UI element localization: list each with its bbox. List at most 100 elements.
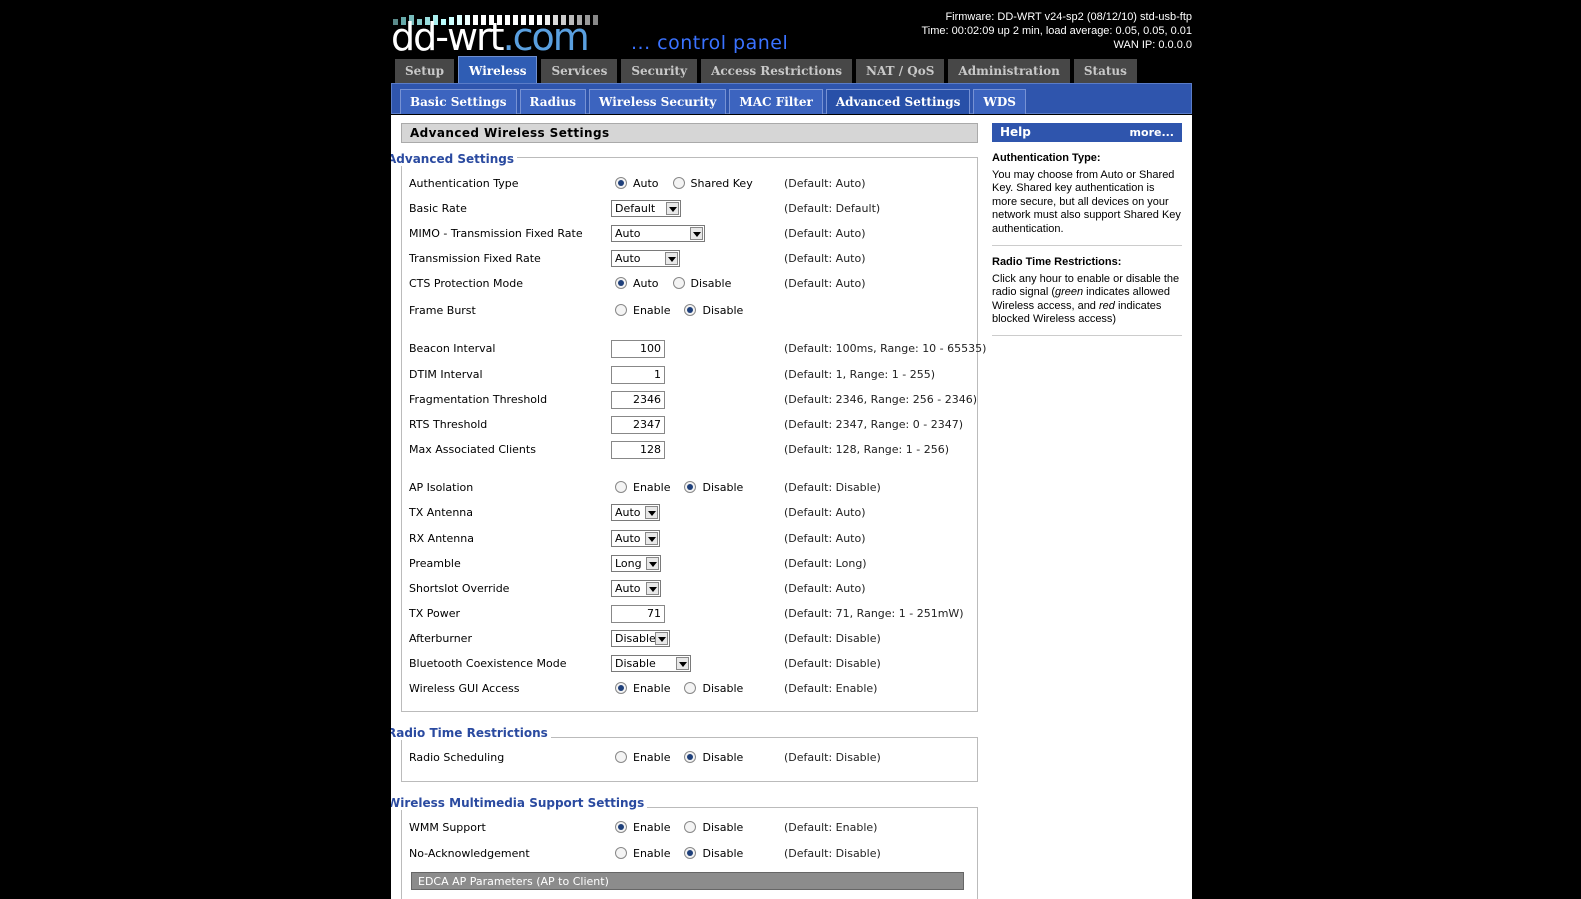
radio-sched-label: Radio Scheduling	[409, 751, 505, 764]
subtab-advanced-settings[interactable]: Advanced Settings	[825, 89, 971, 114]
preamble-default: (Default: Long)	[784, 557, 867, 570]
mimo-rate-select[interactable]: Auto	[611, 225, 705, 242]
bt-coex-select[interactable]: Disable	[611, 655, 691, 672]
tx-antenna-label: TX Antenna	[409, 506, 474, 519]
basic-rate-row: Basic Rate Default (Default: Default)	[409, 200, 979, 218]
preamble-select[interactable]: Long	[611, 555, 661, 572]
tab-services[interactable]: Services	[541, 59, 618, 84]
radio-sched-disable-radio[interactable]	[684, 751, 697, 763]
auth-type-auto-label: Auto	[633, 177, 659, 190]
mimo-rate-label: MIMO - Transmission Fixed Rate	[409, 227, 583, 240]
frame-burst-disable-radio[interactable]	[684, 304, 697, 316]
max-clients-input[interactable]: 128	[611, 441, 665, 459]
subtab-wireless-security[interactable]: Wireless Security	[589, 89, 727, 114]
gui-access-disable-label: Disable	[702, 682, 744, 695]
frame-burst-enable-radio[interactable]	[615, 304, 627, 316]
max-clients-label: Max Associated Clients	[409, 443, 536, 456]
auth-type-label: Authentication Type	[409, 177, 519, 190]
chevron-down-icon	[646, 557, 659, 570]
dtim-input[interactable]: 1	[611, 366, 665, 384]
gui-access-enable-radio[interactable]	[615, 682, 627, 694]
rts-row: RTS Threshold 2347 (Default: 2347, Range…	[409, 416, 979, 434]
beacon-default: (Default: 100ms, Range: 10 - 65535)	[784, 342, 987, 355]
help-divider	[992, 245, 1182, 246]
chevron-down-icon	[645, 506, 658, 519]
basic-rate-select[interactable]: Default	[611, 200, 681, 217]
chevron-down-icon	[666, 202, 679, 215]
no-ack-enable-radio[interactable]	[615, 847, 627, 859]
afterburner-label: Afterburner	[409, 632, 472, 645]
tx-fixed-rate-select[interactable]: Auto	[611, 250, 680, 267]
subtab-basic-settings[interactable]: Basic Settings	[400, 89, 517, 114]
tagline: ... control panel	[631, 32, 789, 54]
logo: dd-wrt.com	[391, 14, 590, 60]
cts-mode-disable-radio[interactable]	[672, 277, 685, 289]
mimo-rate-default: (Default: Auto)	[784, 227, 866, 240]
auth-type-row: Authentication Type Auto Shared Key (Defa…	[409, 175, 979, 193]
auth-type-auto-radio[interactable]	[615, 177, 627, 189]
rx-antenna-select[interactable]: Auto	[611, 530, 660, 547]
ap-isolation-disable-label: Disable	[702, 481, 744, 494]
ap-isolation-enable-radio[interactable]	[615, 481, 627, 493]
gui-access-row: Wireless GUI Access Enable Disable (Defau…	[409, 680, 979, 698]
subtab-radius[interactable]: Radius	[519, 89, 586, 114]
wan-ip-text: WAN IP: 0.0.0.0	[1113, 39, 1192, 51]
subtab-mac-filter[interactable]: MAC Filter	[729, 89, 823, 114]
tx-antenna-row: TX Antenna Auto (Default: Auto)	[409, 504, 979, 522]
rx-antenna-row: RX Antenna Auto (Default: Auto)	[409, 530, 979, 548]
rts-label: RTS Threshold	[409, 418, 488, 431]
help-radio-red: red	[1098, 299, 1115, 312]
uptime-text: Time: 00:02:09 up 2 min, load average: 0…	[921, 25, 1193, 37]
tab-access-restrictions[interactable]: Access Restrictions	[701, 59, 852, 84]
tab-status[interactable]: Status	[1073, 59, 1137, 84]
edca-ap-header: EDCA AP Parameters (AP to Client)	[411, 872, 964, 890]
header: dd-wrt.com ... control panel Firmware: D…	[391, 0, 1193, 59]
auth-type-default: (Default: Auto)	[784, 177, 866, 190]
no-ack-disable-radio[interactable]	[684, 847, 697, 859]
beacon-label: Beacon Interval	[409, 342, 496, 355]
tab-administration[interactable]: Administration	[948, 59, 1070, 84]
subtab-wds[interactable]: WDS	[973, 89, 1026, 114]
frag-row: Fragmentation Threshold 2346 (Default: 2…	[409, 391, 979, 409]
ap-isolation-default: (Default: Disable)	[784, 481, 881, 494]
help-radio-text: Click any hour to enable or disable the …	[992, 273, 1182, 327]
afterburner-default: (Default: Disable)	[784, 632, 881, 645]
radio-sched-row: Radio Scheduling Enable Disable (Default:…	[409, 749, 979, 767]
tab-wireless[interactable]: Wireless	[457, 56, 538, 84]
frag-input[interactable]: 2346	[611, 391, 665, 409]
help-auth-title: Authentication Type:	[992, 152, 1101, 164]
chevron-down-icon	[665, 252, 678, 265]
help-radio-title: Radio Time Restrictions:	[992, 256, 1122, 268]
logo-com-text: .com	[502, 15, 590, 59]
tx-fixed-rate-value: Auto	[615, 252, 641, 265]
gui-access-disable-radio[interactable]	[684, 682, 697, 694]
wmm-support-enable-radio[interactable]	[615, 821, 627, 833]
tab-setup[interactable]: Setup	[395, 59, 454, 84]
wmm-support-row: WMM Support Enable Disable (Default: Enab…	[409, 819, 979, 837]
afterburner-select[interactable]: Disable	[611, 630, 670, 647]
shortslot-select[interactable]: Auto	[611, 580, 661, 597]
radio-sched-enable-radio[interactable]	[615, 751, 627, 763]
frame-burst-label: Frame Burst	[409, 304, 476, 317]
beacon-input[interactable]: 100	[611, 340, 665, 358]
no-ack-row: No-Acknowledgement Enable Disable (Defaul…	[409, 845, 979, 863]
firmware-version: Firmware: DD-WRT v24-sp2 (08/12/10) std-…	[945, 11, 1192, 23]
wmm-support-disable-radio[interactable]	[684, 821, 697, 833]
auth-type-shared-key-label: Shared Key	[690, 177, 753, 190]
tx-antenna-select[interactable]: Auto	[611, 504, 660, 521]
cts-mode-label: CTS Protection Mode	[409, 277, 523, 290]
wmm-support-default: (Default: Enable)	[784, 821, 878, 834]
chevron-down-icon	[690, 227, 703, 240]
ap-isolation-disable-radio[interactable]	[684, 481, 697, 493]
basic-rate-label: Basic Rate	[409, 202, 467, 215]
bt-coex-value: Disable	[615, 657, 656, 670]
auth-type-shared-key-radio[interactable]	[672, 177, 685, 189]
frag-label: Fragmentation Threshold	[409, 393, 548, 406]
cts-mode-auto-radio[interactable]	[615, 277, 627, 289]
help-more-link[interactable]: more...	[1130, 123, 1174, 142]
rts-input[interactable]: 2347	[611, 416, 665, 434]
tab-security[interactable]: Security	[621, 59, 698, 84]
tab-nat-qos[interactable]: NAT / QoS	[856, 59, 945, 84]
gui-access-label: Wireless GUI Access	[409, 682, 520, 695]
tx-power-input[interactable]: 71	[611, 605, 665, 623]
